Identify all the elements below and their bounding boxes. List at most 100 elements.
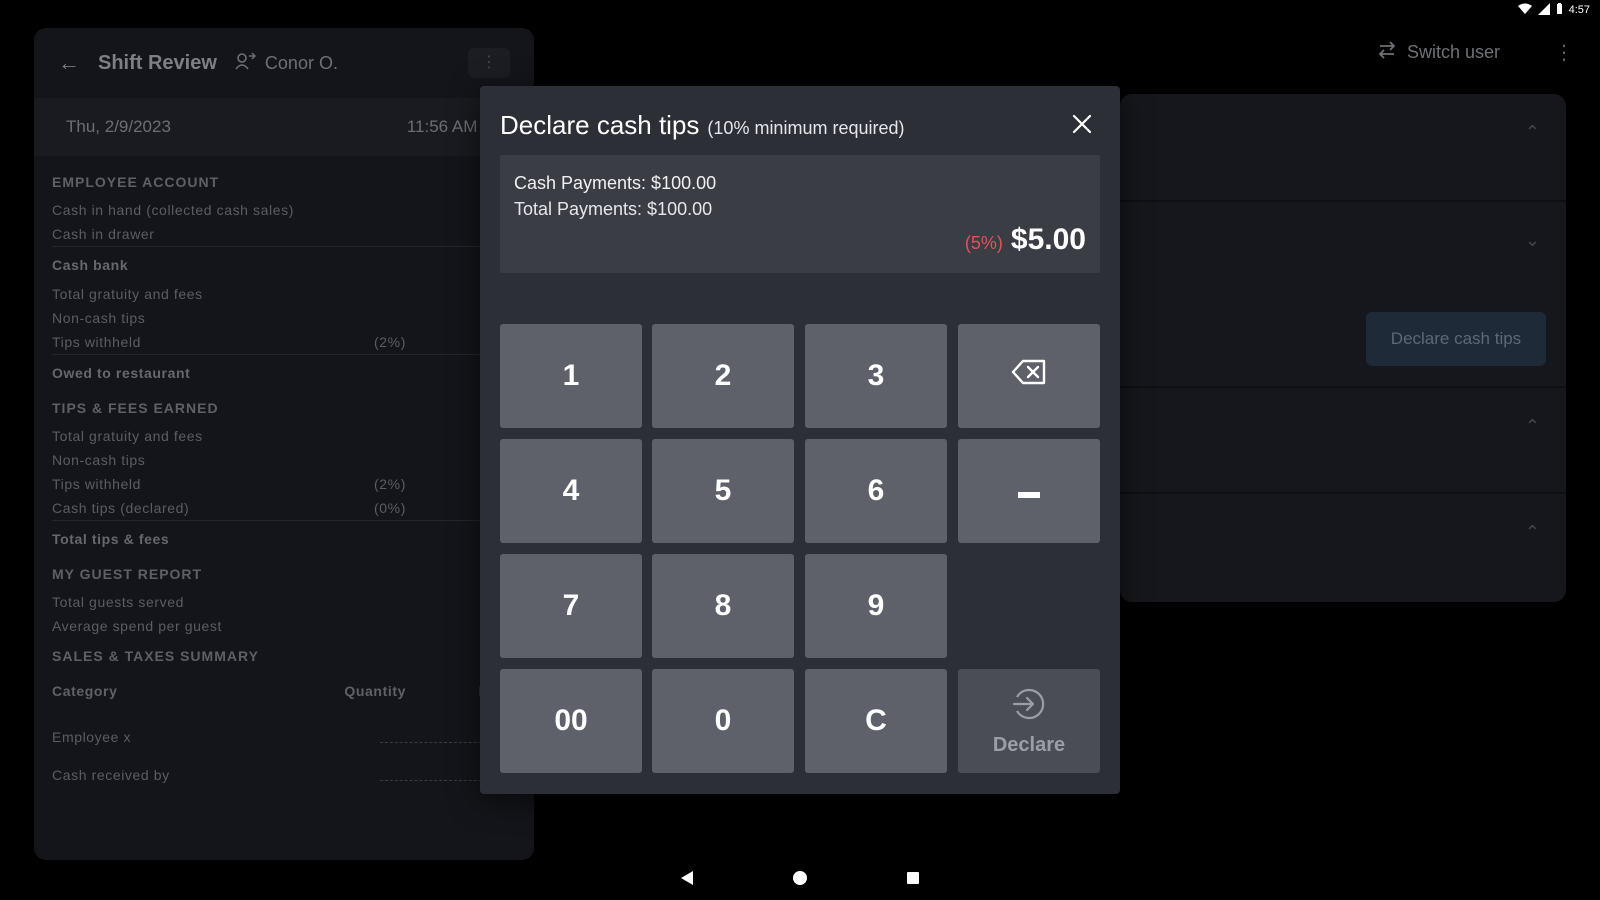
report-row: Total gratuity and fees$	[52, 282, 516, 306]
numeric-keypad: 1 2 3 4 5 6 7 8 9 00 0 C Declare	[500, 324, 1100, 774]
clear-button[interactable]: C	[805, 669, 947, 773]
nav-back-icon[interactable]	[681, 871, 693, 885]
report-row: Total gratuity and fees$	[52, 424, 516, 448]
key-1[interactable]: 1	[500, 324, 642, 428]
backspace-button[interactable]	[958, 324, 1100, 428]
signature-employee: Employee x	[52, 720, 516, 754]
switch-user-button[interactable]: Switch user	[1377, 40, 1500, 65]
page-title: Shift Review	[98, 51, 217, 74]
key-9[interactable]: 9	[805, 554, 947, 658]
report-row: Tips withheld(2%)$	[52, 330, 516, 354]
key-2[interactable]: 2	[652, 324, 794, 428]
key-8[interactable]: 8	[652, 554, 794, 658]
report-row: Non-cash tips$	[52, 306, 516, 330]
report-row: Non-cash tips$	[52, 448, 516, 472]
row-label: Tips withheld	[52, 334, 141, 350]
collapsible-section[interactable]: ⌃	[1120, 388, 1566, 494]
shift-review-body: EMPLOYEE ACCOUNT Cash in hand (collected…	[34, 156, 534, 792]
section-employee-account: EMPLOYEE ACCOUNT	[52, 174, 220, 190]
nav-recents-icon[interactable]	[907, 872, 919, 884]
report-row: Cash in hand (collected cash sales)$10	[52, 198, 516, 222]
section-guest-report: MY GUEST REPORT	[52, 566, 203, 582]
owed-row: Owed to restaurant $10	[52, 354, 516, 390]
payments-summary: Cash Payments: $100.00 Total Payments: $…	[500, 155, 1100, 273]
row-percent: (2%)	[374, 334, 406, 350]
row-label: Cash bank	[52, 256, 129, 273]
key-5[interactable]: 5	[652, 439, 794, 543]
declare-cash-tips-dialog: Declare cash tips (10% minimum required)…	[480, 86, 1120, 794]
row-label: Total guests served	[52, 594, 185, 610]
minus-icon	[1017, 474, 1041, 508]
back-arrow-icon[interactable]: ←	[58, 50, 80, 76]
shift-review-header: ← Shift Review Conor O. ⋮	[34, 28, 534, 98]
close-icon[interactable]	[1068, 110, 1096, 138]
report-row: Total guests served	[52, 590, 516, 614]
chevron-up-icon[interactable]: ⌃	[1525, 522, 1540, 543]
signature-label: Employee x	[52, 729, 132, 745]
row-label: Cash in drawer	[52, 226, 155, 242]
report-row: Average spend per guest$10	[52, 614, 516, 638]
key-00[interactable]: 00	[500, 669, 642, 773]
battery-icon	[1556, 2, 1563, 18]
row-label: Tips withheld	[52, 476, 141, 492]
more-vertical-icon[interactable]: ⋮	[468, 48, 510, 78]
row-label: Total gratuity and fees	[52, 286, 203, 302]
row-label: Total gratuity and fees	[52, 428, 203, 444]
row-label: Total tips & fees	[52, 530, 170, 547]
declare-cash-tips-button[interactable]: Declare cash tips	[1366, 312, 1546, 366]
key-4[interactable]: 4	[500, 439, 642, 543]
chevron-up-icon[interactable]: ⌃	[1525, 416, 1540, 437]
dialog-title-group: Declare cash tips (10% minimum required)	[500, 110, 904, 141]
user-switch-icon	[235, 52, 257, 75]
key-6[interactable]: 6	[805, 439, 947, 543]
collapsible-section[interactable]: ⌃	[1120, 94, 1566, 202]
report-row: Tips withheld(2%)$	[52, 472, 516, 496]
status-time: 4:57	[1568, 4, 1590, 16]
right-panel: ⌃ ⌄ Declare cash tips ⌃ ⌃	[1120, 94, 1566, 602]
declare-button[interactable]: Declare	[958, 669, 1100, 773]
row-label: Owed to restaurant	[52, 364, 191, 381]
system-navigation-bar	[0, 856, 1600, 900]
row-label: Cash tips (declared)	[52, 500, 190, 516]
tip-amount: $5.00	[1010, 223, 1086, 256]
key-3[interactable]: 3	[805, 324, 947, 428]
key-0[interactable]: 0	[652, 669, 794, 773]
dialog-subtitle: (10% minimum required)	[707, 118, 905, 138]
current-user-name: Conor O.	[264, 52, 338, 73]
row-percent: (0%)	[374, 500, 406, 516]
shift-review-panel: ← Shift Review Conor O. ⋮ Thu, 2/9/2023 …	[34, 28, 534, 860]
row-percent: (2%)	[374, 476, 406, 492]
switch-user-label: Switch user	[1406, 42, 1500, 62]
swap-arrows-icon	[1377, 40, 1397, 65]
sales-table-header: Category Quantity Net s	[52, 678, 516, 704]
section-sales-taxes: SALES & TAXES SUMMARY	[52, 648, 259, 664]
row-label: Non-cash tips	[52, 310, 146, 326]
status-bar: 4:57	[1517, 0, 1600, 20]
minus-button[interactable]	[958, 439, 1100, 543]
chevron-up-icon[interactable]: ⌃	[1525, 122, 1540, 143]
report-row: Cash tips (declared) (0%)	[52, 496, 516, 520]
total-payments: Total Payments: $100.00	[514, 199, 713, 219]
declare-arrow-icon	[1011, 686, 1047, 728]
more-vertical-icon[interactable]: ⋮	[1554, 40, 1574, 65]
key-7[interactable]: 7	[500, 554, 642, 658]
row-label: Non-cash tips	[52, 452, 146, 468]
chevron-down-icon[interactable]: ⌄	[1525, 230, 1540, 251]
cash-payments: Cash Payments: $100.00	[514, 173, 717, 193]
collapsible-section[interactable]: ⌄ Declare cash tips	[1120, 202, 1566, 388]
nav-home-icon[interactable]	[793, 871, 807, 885]
total-tips-row: Total tips & fees $	[52, 520, 516, 556]
backspace-icon	[1011, 359, 1047, 393]
shift-date-bar: Thu, 2/9/2023 11:56 AM - n	[34, 98, 534, 156]
report-row: Cash in drawer$	[52, 222, 516, 246]
collapsible-section[interactable]: ⌃	[1120, 494, 1566, 600]
cash-bank-row: Cash bank $10	[52, 246, 516, 282]
row-label: Cash in hand (collected cash sales)	[52, 202, 295, 218]
tip-percent: (5%)	[964, 233, 1003, 253]
cellular-signal-icon	[1537, 2, 1550, 18]
shift-date: Thu, 2/9/2023	[66, 117, 171, 136]
signature-label: Cash received by	[52, 767, 170, 783]
section-tips-fees: TIPS & FEES EARNED	[52, 400, 219, 416]
wifi-icon	[1517, 3, 1532, 18]
tip-amount-display: (5%) $5.00	[965, 223, 1086, 257]
